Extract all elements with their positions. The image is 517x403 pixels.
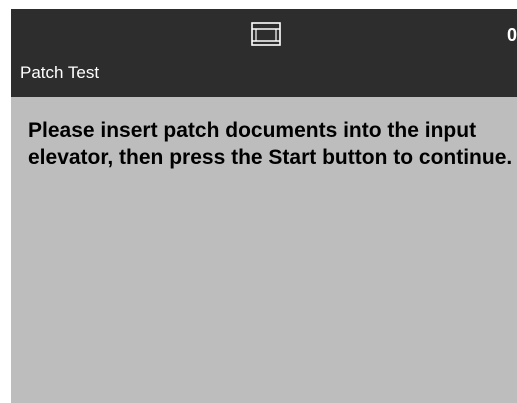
- header-bar: 0 Patch Test: [11, 9, 517, 97]
- device-screen: 0 Patch Test Please insert patch documen…: [11, 9, 517, 403]
- document-count: 0: [506, 25, 517, 45]
- scanner-tray-icon: [251, 22, 281, 46]
- instruction-message: Please insert patch documents into the i…: [28, 119, 513, 169]
- page-title: Patch Test: [20, 63, 100, 82]
